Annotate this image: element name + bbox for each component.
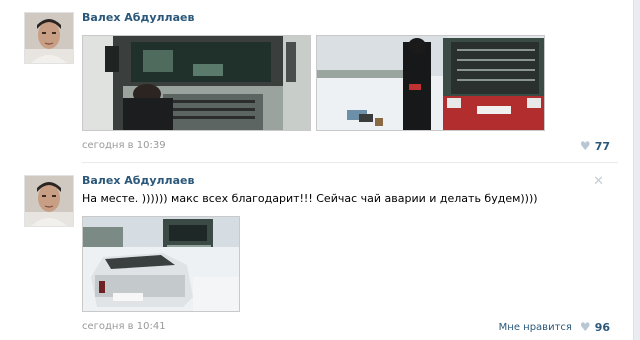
wall-post: Валех Абдуллаев ✕ На месте. )))))) макс …: [0, 162, 628, 340]
like-button[interactable]: Мне нравится ♥ 96: [499, 320, 610, 334]
wall-post: Валех Абдуллаев сегодня в 10:39 ♥ 77: [0, 0, 628, 162]
post-date-link[interactable]: сегодня в 10:41: [82, 321, 166, 332]
post-date-link[interactable]: сегодня в 10:39: [82, 140, 166, 151]
post-author-link[interactable]: Валех Абдуллаев: [82, 11, 194, 24]
like-count: 96: [594, 320, 610, 334]
post-photo-truck-front[interactable]: [316, 35, 545, 131]
like-count: 77: [594, 139, 610, 153]
like-button[interactable]: ♥ 77: [580, 139, 610, 153]
close-icon[interactable]: ✕: [593, 174, 604, 189]
heart-icon: ♥: [579, 320, 591, 334]
avatar[interactable]: [24, 12, 74, 64]
post-photo-truck-cab[interactable]: [82, 35, 311, 131]
post-author-link[interactable]: Валех Абдуллаев: [82, 174, 194, 187]
post-text: На месте. )))))) макс всех благодарит!!!…: [82, 192, 538, 205]
like-label: Мне нравится: [498, 321, 572, 333]
heart-icon: ♥: [579, 139, 591, 153]
scrollbar-track[interactable]: [633, 0, 640, 340]
avatar[interactable]: [24, 175, 74, 227]
post-photo-car-and-truck[interactable]: [82, 216, 240, 312]
